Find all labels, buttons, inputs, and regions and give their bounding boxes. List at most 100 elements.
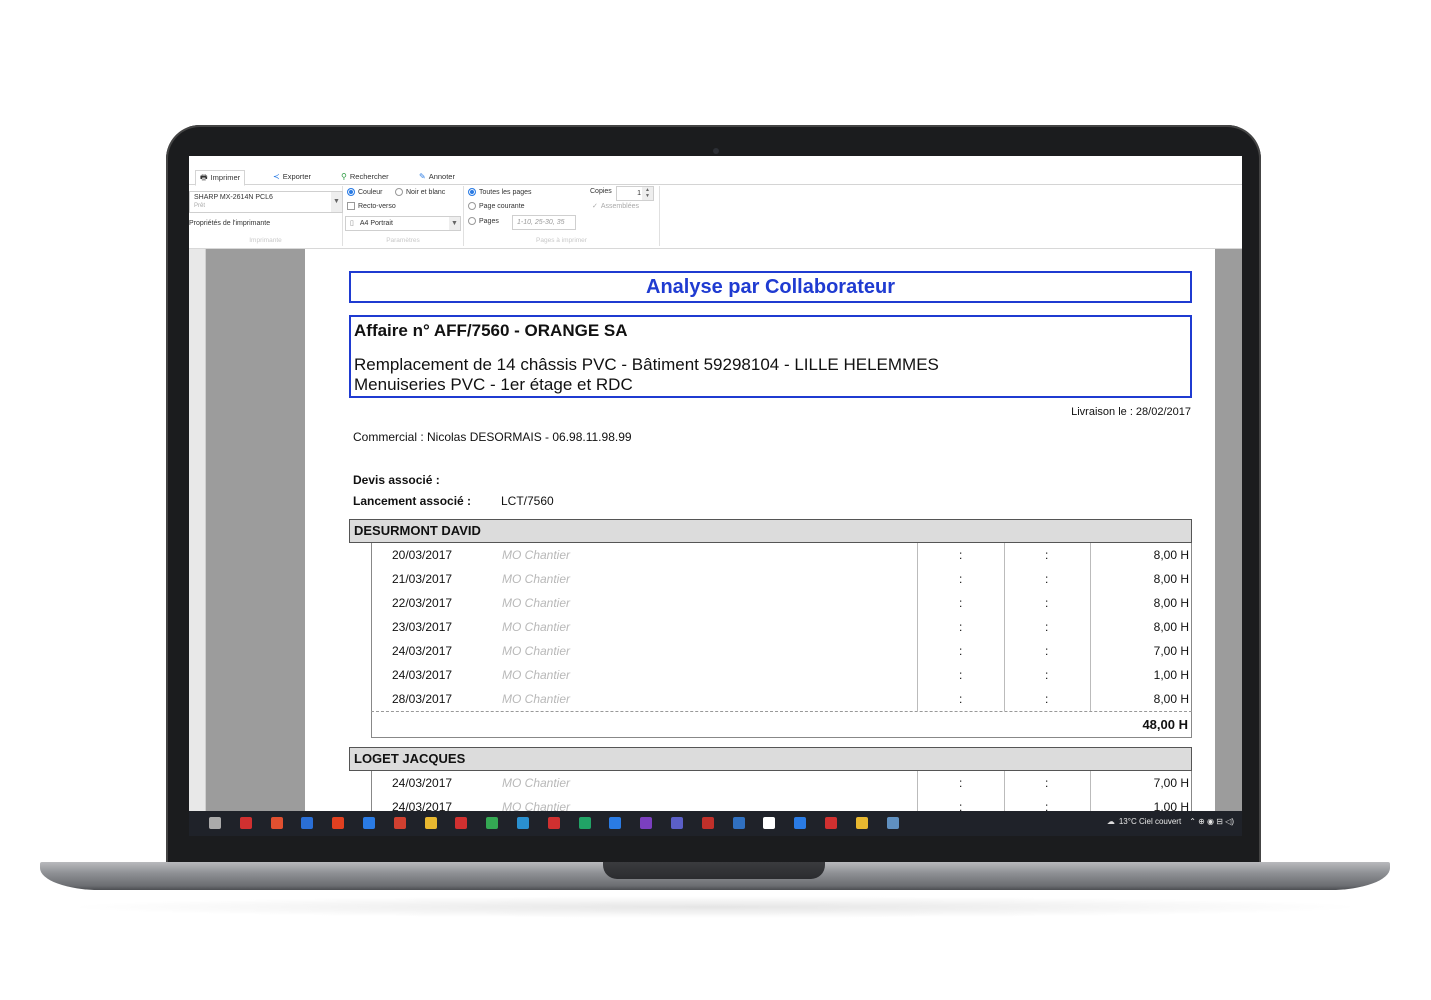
paper-format-select[interactable]: ▯ A4 Portrait ▼: [345, 216, 461, 231]
app-icon[interactable]: [886, 817, 899, 829]
task-view-icon[interactable]: [209, 817, 221, 829]
lancement-label: Lancement associé :: [353, 494, 472, 508]
row-label: MO Chantier: [502, 596, 571, 610]
print-preview[interactable]: Analyse par Collaborateur Affaire n° AFF…: [189, 249, 1242, 811]
row-col2: :: [1045, 800, 1049, 811]
checkbox-icon: [347, 202, 355, 210]
group-label: Paramètres: [386, 237, 420, 244]
app-icon[interactable]: [517, 817, 529, 829]
bw-option[interactable]: Noir et blanc: [395, 188, 445, 196]
collaborator-header: DESURMONT DAVID: [349, 519, 1192, 543]
app-icon[interactable]: [332, 817, 345, 829]
copies-stepper[interactable]: 1 ▲ ▼: [616, 186, 654, 201]
printer-group: SHARP MX-2614N PCL6 Prêt ▼ Propriétés de…: [189, 186, 343, 246]
duplex-checkbox[interactable]: Recto-verso: [347, 202, 396, 210]
app-icon[interactable]: [609, 817, 622, 829]
chevron-down-icon: ▼: [331, 192, 342, 212]
row-date: 22/03/2017: [392, 596, 453, 610]
tab-exporter[interactable]: ≺ Exporter: [269, 170, 315, 184]
tab-rechercher[interactable]: ⚲ Rechercher: [337, 170, 393, 184]
weather-text: 13°C Ciel couvert: [1118, 817, 1182, 826]
app-icon[interactable]: [547, 817, 560, 829]
row-date: 24/03/2017: [392, 644, 453, 658]
tab-label: Imprimer: [210, 173, 241, 182]
commercial-info: Commercial : Nicolas DESORMAIS - 06.98.1…: [353, 430, 632, 444]
row-col2: :: [1045, 620, 1049, 634]
collaborator-header: LOGET JACQUES: [349, 747, 1192, 771]
app-icon[interactable]: [763, 817, 776, 829]
row-date: 23/03/2017: [392, 620, 453, 634]
outlook-icon[interactable]: [794, 817, 807, 829]
table-row: 21/03/2017 MO Chantier:: 8,00 H: [372, 567, 1193, 591]
printer-icon: 🖶: [200, 173, 208, 182]
row-col2: :: [1045, 692, 1049, 706]
row-label: MO Chantier: [502, 572, 571, 586]
app-icon[interactable]: [393, 817, 406, 829]
page-icon: ▯: [350, 220, 354, 227]
row-hours: 8,00 H: [1153, 692, 1189, 706]
tab-label: Rechercher: [349, 172, 389, 181]
tab-annoter[interactable]: ✎ Annoter: [415, 170, 459, 184]
app-icon[interactable]: [701, 817, 714, 829]
current-page-option[interactable]: Page courante: [468, 202, 525, 210]
row-label: MO Chantier: [502, 548, 571, 562]
table-row: 24/03/2017 MO Chantier:: 1,00 H: [372, 795, 1193, 811]
delivery-date: Livraison le : 28/02/2017: [1071, 406, 1191, 418]
onenote-icon[interactable]: [640, 817, 653, 829]
webcam: [713, 148, 719, 154]
printer-select[interactable]: SHARP MX-2614N PCL6 Prêt ▼: [189, 191, 343, 213]
printer-properties-link[interactable]: Propriétés de l'imprimante: [189, 220, 270, 227]
printer-name: SHARP MX-2614N PCL6: [194, 194, 273, 201]
color-option[interactable]: Couleur: [347, 188, 383, 196]
tab-label: Annoter: [428, 172, 455, 181]
all-pages-option[interactable]: Toutes les pages: [468, 188, 532, 196]
copies-value: 1: [637, 190, 641, 197]
pen-icon: ✎: [419, 172, 426, 181]
radio-icon: [347, 188, 355, 196]
pages-range-input[interactable]: 1-10, 25-30, 35: [512, 215, 576, 230]
row-hours: 8,00 H: [1153, 596, 1189, 610]
app-icon[interactable]: [732, 817, 745, 829]
row-hours: 8,00 H: [1153, 572, 1189, 586]
collated-checkbox[interactable]: ✓ Assemblées: [592, 202, 639, 210]
app-icon[interactable]: [270, 817, 283, 829]
table-row: 24/03/2017 MO Chantier:: 7,00 H: [372, 771, 1193, 795]
radio-icon: [468, 202, 476, 210]
collated-label: Assemblées: [600, 203, 640, 210]
report-page: Analyse par Collaborateur Affaire n° AFF…: [305, 249, 1215, 811]
row-hours: 7,00 H: [1153, 776, 1189, 790]
folder-icon[interactable]: [855, 817, 868, 829]
chevron-down-icon: ▼: [449, 217, 460, 230]
group-label: Imprimante: [249, 237, 282, 244]
windows-taskbar: ☁ 13°C Ciel couvert ⌃ ⊕ ◉ ⊟ ◁): [189, 811, 1242, 836]
row-label: MO Chantier: [502, 668, 571, 682]
app-icon[interactable]: [301, 817, 314, 829]
tab-imprimer[interactable]: 🖶 Imprimer: [195, 170, 246, 186]
row-col2: :: [1045, 776, 1049, 790]
teams-icon[interactable]: [671, 817, 683, 829]
row-hours: 1,00 H: [1153, 800, 1189, 811]
row-date: 28/03/2017: [392, 692, 453, 706]
acrobat-icon[interactable]: [825, 817, 837, 829]
chrome-icon[interactable]: [486, 817, 499, 829]
row-col2: :: [1045, 596, 1049, 610]
color-label: Couleur: [358, 188, 383, 196]
folder-icon[interactable]: [424, 817, 437, 829]
collaborator-total: 48,00 H: [1142, 717, 1188, 732]
pages-group: Toutes les pages Page courante Pages 1-1…: [464, 186, 660, 246]
row-date: 21/03/2017: [392, 572, 453, 586]
row-hours: 8,00 H: [1153, 620, 1189, 634]
app-icon[interactable]: [239, 817, 252, 829]
radio-icon: [395, 188, 403, 196]
row-date: 20/03/2017: [392, 548, 453, 562]
check-icon: ✓: [592, 203, 598, 210]
app-icon[interactable]: [363, 817, 375, 829]
excel-icon[interactable]: [578, 817, 591, 829]
pages-option[interactable]: Pages: [468, 217, 499, 225]
affaire-description-line1: Remplacement de 14 châssis PVC - Bâtimen…: [354, 355, 939, 374]
stepper-arrows-icon[interactable]: ▲ ▼: [642, 187, 653, 200]
system-tray[interactable]: ☁ 13°C Ciel couvert ⌃ ⊕ ◉ ⊟ ◁): [1107, 817, 1234, 826]
app-icon[interactable]: [455, 817, 468, 829]
share-icon: ≺: [273, 172, 280, 181]
row-date: 24/03/2017: [392, 800, 453, 811]
